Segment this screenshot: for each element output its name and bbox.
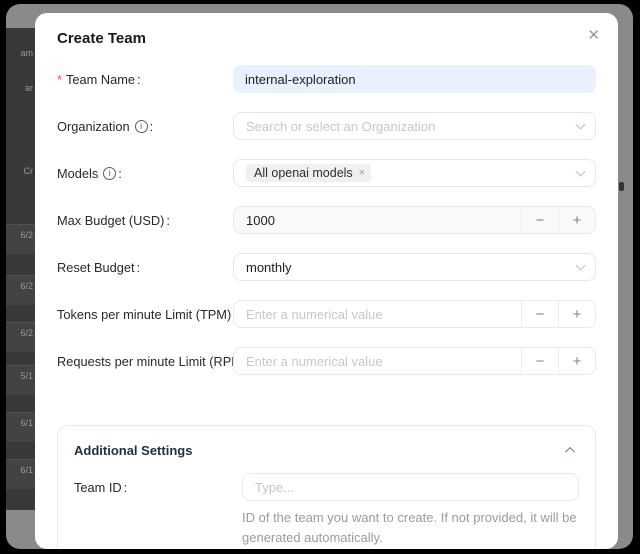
scrollbar-thumb[interactable] [619,182,624,191]
form-row-reset-budget: Reset Budget : monthly [57,253,596,281]
team-id-help-row: ID of the team you want to create. If no… [74,508,579,548]
screenshot-stage: am ar Cr 6/2 6/2 6/2 5/1 6/1 6/1 Create … [0,0,640,554]
rpm-control: − + [233,347,596,375]
label-colon: : [124,480,128,495]
label-colon: : [137,260,141,275]
organization-placeholder: Search or select an Organization [246,119,435,134]
tpm-control: − + [233,300,596,328]
team-name-label-text: Team Name [66,72,135,87]
tpm-label: Tokens per minute Limit (TPM) : [57,307,233,322]
tpm-number-input: − + [233,300,596,328]
help-spacer [74,508,242,548]
models-label: Models i : [57,166,233,181]
model-tag-text: All openai models [254,166,353,180]
close-icon[interactable]: ✕ [587,28,600,44]
bg-text-fragment: 6/1 [6,464,33,476]
max-budget-input[interactable] [234,207,521,233]
bg-text-fragment: ar [6,82,33,94]
organization-label: Organization i : [57,119,233,134]
max-budget-label-text: Max Budget (USD) [57,213,164,228]
chevron-down-icon [576,261,586,271]
bg-text-fragment: am [6,47,33,59]
reset-budget-label-text: Reset Budget [57,260,135,275]
team-name-control [233,65,596,93]
bg-text-fragment: 5/1 [6,370,33,382]
minus-stepper[interactable]: − [521,207,558,233]
reset-budget-select[interactable]: monthly [233,253,596,281]
team-id-control [242,473,579,501]
rpm-number-input: − + [233,347,596,375]
form-row-organization: Organization i : Search or select an Org… [57,112,596,140]
bg-text-fragment: 6/2 [6,229,33,241]
bg-text-fragment: 6/2 [6,280,33,292]
form-row-max-budget: Max Budget (USD) : − + [57,206,596,234]
plus-stepper[interactable]: + [558,207,595,233]
chevron-up-icon [565,446,575,456]
form-row-rpm: Requests per minute Limit (RPM) : − + [57,347,596,375]
model-tag: All openai models × [246,164,371,182]
info-icon[interactable]: i [135,120,148,133]
models-control: All openai models × [233,159,596,187]
form-row-team-name: * Team Name : [57,65,596,93]
team-name-input[interactable] [233,65,596,93]
rpm-input[interactable] [234,348,521,374]
info-icon[interactable]: i [103,167,116,180]
dimmed-table-strip [6,28,35,510]
team-id-help-text: ID of the team you want to create. If no… [242,508,579,548]
tpm-input[interactable] [234,301,521,327]
max-budget-number-input: − + [233,206,596,234]
organization-select[interactable]: Search or select an Organization [233,112,596,140]
label-colon: : [118,166,122,181]
models-select[interactable]: All openai models × [233,159,596,187]
create-team-modal: Create Team ✕ * Team Name : Organization… [35,13,618,549]
form-row-team-id: Team ID : [74,473,579,501]
minus-stepper[interactable]: − [521,301,558,327]
chevron-down-icon [576,167,586,177]
chevron-down-icon [576,120,586,130]
minus-stepper[interactable]: − [521,348,558,374]
rpm-label-text: Requests per minute Limit (RPM) [57,354,246,369]
tag-remove-icon[interactable]: × [359,168,365,179]
modal-header: Create Team ✕ [57,29,596,49]
label-colon: : [150,119,154,134]
additional-settings-panel: Additional Settings Team ID : ID of the … [57,425,596,549]
bg-text-fragment: 6/2 [6,327,33,339]
additional-settings-toggle[interactable]: Additional Settings [74,441,579,459]
form-row-tpm: Tokens per minute Limit (TPM) : − + [57,300,596,328]
reset-budget-value: monthly [246,260,292,275]
max-budget-control: − + [233,206,596,234]
dimmed-app-window: am ar Cr 6/2 6/2 6/2 5/1 6/1 6/1 Create … [6,4,633,549]
bg-text-fragment: Cr [6,165,33,177]
team-id-label: Team ID : [74,480,242,495]
team-id-input[interactable] [242,473,579,501]
label-colon: : [137,72,141,87]
max-budget-label: Max Budget (USD) : [57,213,233,228]
team-id-label-text: Team ID [74,480,122,495]
organization-label-text: Organization [57,119,130,134]
tpm-label-text: Tokens per minute Limit (TPM) [57,307,231,322]
bg-text-fragment: 6/1 [6,417,33,429]
plus-stepper[interactable]: + [558,301,595,327]
label-colon: : [166,213,170,228]
models-label-text: Models [57,166,98,181]
additional-settings-title: Additional Settings [74,443,192,458]
rpm-label: Requests per minute Limit (RPM) : [57,354,233,369]
reset-budget-control: monthly [233,253,596,281]
organization-control: Search or select an Organization [233,112,596,140]
required-asterisk: * [57,72,62,87]
team-name-label: * Team Name : [57,72,233,87]
reset-budget-label: Reset Budget : [57,260,233,275]
form-row-models: Models i : All openai models × [57,159,596,187]
modal-title: Create Team [57,29,596,49]
plus-stepper[interactable]: + [558,348,595,374]
